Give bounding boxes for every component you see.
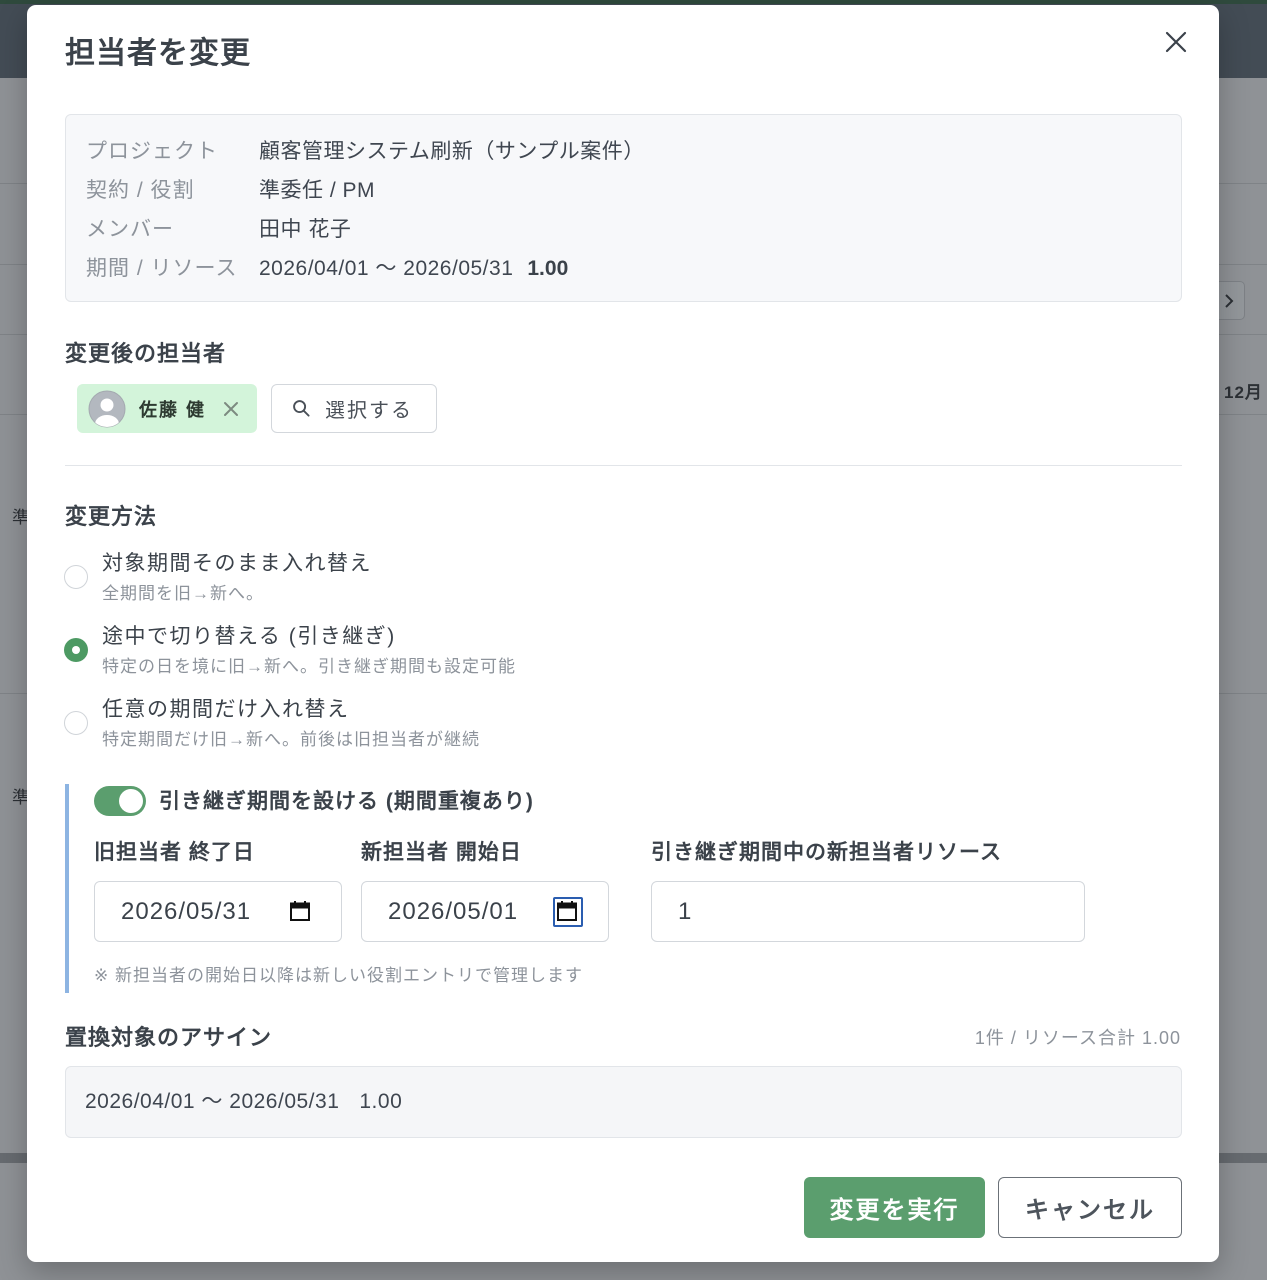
change-assignee-dialog: 担当者を変更 プロジェクト 顧客管理システム刷新（サンプル案件） 契約 / 役割… [27,5,1219,1262]
new-start-date-field [361,881,609,942]
assignment-info-panel: プロジェクト 顧客管理システム刷新（サンプル案件） 契約 / 役割 準委任 / … [65,114,1182,302]
cancel-button[interactable]: キャンセル [998,1177,1182,1238]
option-label: 対象期間そのまま入れ替え [102,552,372,575]
close-button[interactable] [1163,29,1189,55]
info-value: 2026/04/01 〜 2026/05/31 [259,257,514,280]
handover-resource-label: 引き継ぎ期間中の新担当者リソース [651,841,1002,864]
info-label: 期間 / リソース [86,257,238,280]
close-icon[interactable] [1163,29,1189,55]
info-value: 準委任 / PM [259,179,376,202]
remove-assignee-button[interactable] [223,401,239,417]
option-label: 任意の期間だけ入れ替え [102,698,350,721]
info-value: 顧客管理システム刷新（サンプル案件） [259,140,645,163]
change-method-heading: 変更方法 [65,504,158,529]
option-description: 特定の日を境に旧→新へ。引き継ぎ期間も設定可能 [102,657,516,676]
handover-toggle-label: 引き継ぎ期間を設ける (期間重複あり) [159,790,534,813]
radio-button[interactable] [64,565,88,589]
info-resource-value: 1.00 [527,257,569,280]
info-label: プロジェクト [86,140,218,163]
select-assignee-button[interactable]: 選択する [271,384,437,433]
target-resource: 1.00 [359,1090,403,1113]
info-row-member: メンバー 田中 花子 [66,210,1181,249]
info-label: メンバー [86,218,174,241]
calendar-icon[interactable] [556,900,578,922]
select-assignee-label: 選択する [325,400,413,422]
info-row-project: プロジェクト 顧客管理システム刷新（サンプル案件） [66,132,1181,171]
dialog-title: 担当者を変更 [65,37,251,70]
radio-button[interactable] [64,711,88,735]
handover-note: ※ 新担当者の開始日以降は新しい役割エントリで管理します [94,966,583,985]
search-icon [293,400,310,417]
targets-summary: 1件 / リソース合計 1.00 [974,1028,1181,1048]
option-label: 途中で切り替える (引き継ぎ) [102,625,396,648]
old-end-date-label: 旧担当者 終了日 [94,841,255,864]
assignee-name: 佐藤 健 [139,399,207,420]
avatar-icon [88,390,126,427]
targets-heading: 置換対象のアサイン [65,1025,273,1050]
target-row: 2026/04/01 〜 2026/05/31 1.00 [66,1067,1181,1137]
target-period: 2026/04/01 〜 2026/05/31 [85,1090,340,1113]
method-option-replace-all[interactable]: 対象期間そのまま入れ替え 全期間を旧→新へ。 [64,550,684,608]
handover-toggle[interactable] [94,786,146,816]
option-description: 全期間を旧→新へ。 [102,584,264,603]
old-end-date-field [94,881,342,942]
targets-list: 2026/04/01 〜 2026/05/31 1.00 [65,1066,1182,1138]
toggle-knob [119,789,143,813]
selected-assignee-chip: 佐藤 健 [77,384,257,433]
info-row-contract-role: 契約 / 役割 準委任 / PM [66,171,1181,210]
section-divider [65,465,1182,466]
background-month-label: 12月 [1224,383,1263,402]
execute-change-button[interactable]: 変更を実行 [804,1177,985,1238]
handover-resource-input[interactable] [651,881,1085,942]
method-option-custom-period[interactable]: 任意の期間だけ入れ替え 特定期間だけ旧→新へ。前後は旧担当者が継続 [64,696,684,754]
option-description: 特定期間だけ旧→新へ。前後は旧担当者が継続 [102,730,480,749]
info-row-period-resource: 期間 / リソース 2026/04/01 〜 2026/05/31 1.00 [66,249,1181,288]
info-label: 契約 / 役割 [86,179,195,202]
chevron-right-icon [1224,293,1233,308]
remove-icon[interactable] [223,401,239,417]
new-start-date-label: 新担当者 開始日 [361,841,522,864]
handover-resource-field [651,881,1085,942]
info-value: 田中 花子 [259,218,352,241]
new-assignee-heading: 変更後の担当者 [65,341,227,366]
handover-settings-panel: 引き継ぎ期間を設ける (期間重複あり) 旧担当者 終了日 新担当者 開始日 引き… [65,784,1182,993]
method-option-handover[interactable]: 途中で切り替える (引き継ぎ) 特定の日を境に旧→新へ。引き継ぎ期間も設定可能 [64,623,684,681]
radio-button[interactable] [64,638,88,662]
calendar-icon[interactable] [289,900,311,922]
